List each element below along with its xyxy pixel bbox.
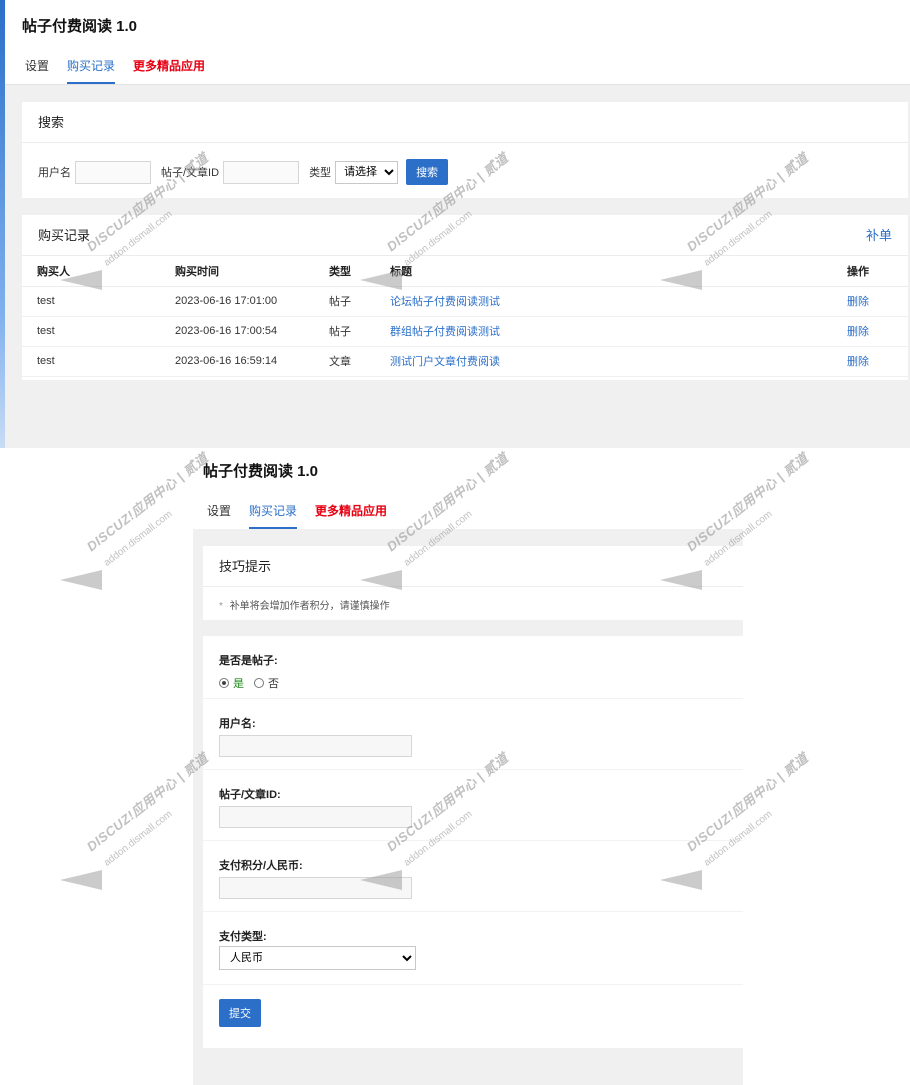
watermark-arrow-icon	[60, 570, 102, 590]
col-title: 标题	[390, 256, 847, 287]
submit-row: 提交	[203, 985, 743, 1041]
table-row: test 2023-06-16 17:00:54 帖子 群组帖子付费阅读测试 删…	[22, 316, 908, 347]
thread-id-label: 帖子/文章ID	[161, 167, 220, 179]
is-thread-group: 是否是帖子: 是 否	[203, 636, 743, 699]
cell-title-link[interactable]: 群组帖子付费阅读测试	[390, 316, 847, 347]
col-time: 购买时间	[175, 256, 329, 287]
cell-type: 文章	[329, 346, 390, 377]
app-title: 帖子付费阅读 1.0	[22, 18, 138, 35]
amount-group: 支付积分/人民币:	[203, 841, 743, 912]
tab-purchase-records[interactable]: 购买记录	[67, 57, 116, 84]
tip-item: * 补单将会增加作者积分，请谨慎操作	[203, 587, 743, 622]
tips-panel: 技巧提示 * 补单将会增加作者积分，请谨慎操作	[203, 546, 743, 620]
thread-id-input[interactable]	[223, 160, 300, 184]
cell-title-link[interactable]: 论坛帖子付费阅读测试	[390, 286, 847, 317]
watermark-arrow-icon	[60, 870, 102, 890]
submit-button[interactable]: 提交	[219, 999, 261, 1027]
cell-type: 帖子	[329, 286, 390, 317]
username-field[interactable]	[219, 735, 412, 757]
pay-type-group: 支付类型: 人民币	[203, 912, 743, 985]
username-group: 用户名:	[203, 699, 743, 770]
watermark-domain: addon.dismall.com	[102, 808, 175, 869]
records-table: 购买人 购买时间 类型 标题 操作 test 2023-06-16 17:01:…	[22, 256, 908, 377]
is-thread-label: 是否是帖子:	[219, 655, 278, 667]
header: 帖子付费阅读 1.0 设置 购买记录 更多精品应用	[193, 452, 743, 529]
col-type: 类型	[329, 256, 390, 287]
radio-yes-label: 是	[233, 678, 244, 690]
asterisk-icon: *	[219, 601, 223, 612]
tab-purchase-records[interactable]: 购买记录	[249, 502, 298, 529]
amount-label: 支付积分/人民币:	[219, 860, 303, 872]
cell-time: 2023-06-16 17:01:00	[175, 286, 329, 317]
pay-type-label: 支付类型:	[219, 931, 267, 943]
delete-link[interactable]: 删除	[847, 286, 908, 317]
cell-time: 2023-06-16 17:00:54	[175, 316, 329, 347]
watermark-domain: addon.dismall.com	[102, 508, 175, 569]
supplement-link[interactable]: 补单	[866, 215, 892, 256]
radio-no[interactable]	[254, 678, 264, 688]
cell-buyer: test	[22, 316, 175, 347]
purchase-records-screen: 帖子付费阅读 1.0 设置 购买记录 更多精品应用 搜索 用户名 帖子/文章ID…	[0, 0, 910, 448]
cell-type: 帖子	[329, 316, 390, 347]
header: 帖子付费阅读 1.0 设置 购买记录 更多精品应用	[5, 0, 910, 85]
records-panel: 购买记录 补单 购买人 购买时间 类型 标题 操作 test 2023-06-1…	[22, 215, 908, 380]
cell-buyer: test	[22, 286, 175, 317]
col-buyer: 购买人	[22, 256, 175, 287]
delete-link[interactable]: 删除	[847, 316, 908, 347]
table-header-row: 购买人 购买时间 类型 标题 操作	[22, 256, 908, 287]
pay-type-select[interactable]: 人民币	[219, 946, 416, 970]
thread-id-label: 帖子/文章ID:	[219, 789, 281, 801]
table-row: test 2023-06-16 16:59:14 文章 测试门户文章付费阅读 删…	[22, 346, 908, 377]
app-title: 帖子付费阅读 1.0	[203, 463, 319, 480]
tab-settings[interactable]: 设置	[207, 502, 231, 529]
tip-text: 补单将会增加作者积分，请谨慎操作	[229, 601, 390, 612]
radio-yes[interactable]	[219, 678, 229, 688]
col-action: 操作	[847, 256, 908, 287]
tab-more-apps[interactable]: 更多精品应用	[133, 57, 205, 84]
thread-id-group: 帖子/文章ID:	[203, 770, 743, 841]
type-label: 类型	[309, 167, 332, 179]
tips-title: 技巧提示	[203, 546, 743, 587]
username-input[interactable]	[75, 160, 151, 184]
cell-title-link[interactable]: 测试门户文章付费阅读	[390, 346, 847, 377]
tab-bar: 设置 购买记录 更多精品应用	[207, 502, 405, 529]
search-form: 用户名 帖子/文章ID 类型 请选择 搜索	[22, 143, 908, 201]
username-label: 用户名	[38, 167, 71, 179]
type-select[interactable]: 请选择	[335, 160, 399, 184]
supplement-order-screen: 帖子付费阅读 1.0 设置 购买记录 更多精品应用 技巧提示 * 补单将会增加作…	[193, 452, 743, 1085]
tab-bar: 设置 购买记录 更多精品应用	[25, 57, 223, 84]
supplement-form: 是否是帖子: 是 否 用户名: 帖子/文章ID: 支付积分/人民币: 支付类型:…	[203, 636, 743, 1048]
cell-time: 2023-06-16 16:59:14	[175, 346, 329, 377]
records-panel-title: 购买记录	[38, 228, 91, 243]
thread-id-field[interactable]	[219, 806, 412, 828]
tab-more-apps[interactable]: 更多精品应用	[315, 502, 387, 529]
delete-link[interactable]: 删除	[847, 346, 908, 377]
table-row: test 2023-06-16 17:01:00 帖子 论坛帖子付费阅读测试 删…	[22, 286, 908, 317]
tab-settings[interactable]: 设置	[25, 57, 49, 84]
is-thread-radios: 是 否	[219, 668, 727, 698]
cell-buyer: test	[22, 346, 175, 377]
search-button[interactable]: 搜索	[406, 159, 449, 185]
radio-no-label: 否	[268, 678, 279, 690]
search-panel-title: 搜索	[22, 102, 908, 143]
amount-field[interactable]	[219, 877, 412, 899]
username-label: 用户名:	[219, 718, 256, 730]
records-panel-header: 购买记录 补单	[22, 215, 908, 256]
search-panel: 搜索 用户名 帖子/文章ID 类型 请选择 搜索	[22, 102, 908, 198]
